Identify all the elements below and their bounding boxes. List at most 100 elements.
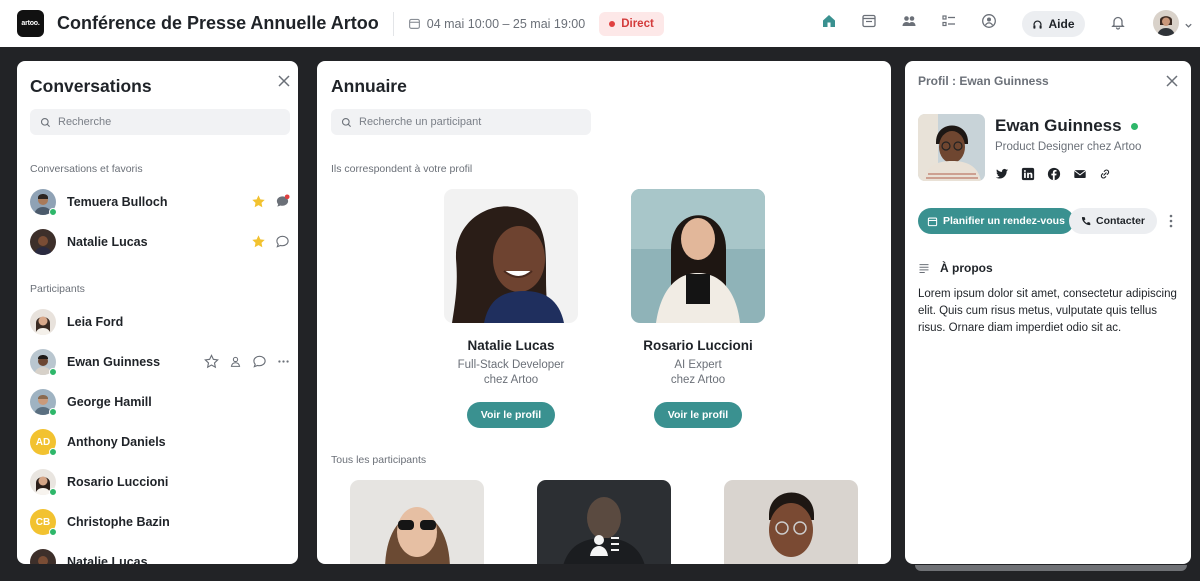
- favorites-label: Conversations et favoris: [30, 163, 143, 175]
- about-section-title: À propos: [918, 261, 993, 275]
- participant-name: Rosario Luccioni: [67, 475, 169, 489]
- chevron-down-icon[interactable]: [1184, 17, 1193, 35]
- mail-icon[interactable]: [1073, 167, 1087, 181]
- text-lines-icon: [919, 264, 929, 274]
- profile-panel-header: Profil : Ewan Guinness: [918, 74, 1049, 88]
- headset-icon: [1033, 20, 1043, 29]
- linkedin-icon[interactable]: [1021, 167, 1035, 181]
- agenda-icon[interactable]: [860, 12, 878, 30]
- calendar-small-icon: [408, 18, 420, 29]
- link-icon[interactable]: [1099, 168, 1111, 180]
- close-icon[interactable]: [277, 74, 291, 88]
- participant-name: George Hamill: [67, 395, 152, 409]
- participant-item[interactable]: Rosario Luccioni: [17, 465, 298, 499]
- bell-icon[interactable]: [1110, 14, 1126, 35]
- more-vertical-icon[interactable]: [1168, 213, 1174, 234]
- conversations-search[interactable]: [30, 109, 290, 135]
- event-dates-text: 04 mai 10:00 – 25 mai 19:00: [426, 16, 586, 31]
- contact-label: Contacter: [1096, 215, 1146, 227]
- top-bar: artoo. Conférence de Presse Annuelle Art…: [0, 0, 1200, 47]
- chat-icon[interactable]: [252, 354, 267, 369]
- schedule-meeting-label: Planifier un rendez-vous: [943, 215, 1065, 227]
- twitter-icon[interactable]: [995, 167, 1009, 181]
- list-icon[interactable]: [940, 12, 958, 30]
- participant-photo[interactable]: [724, 480, 858, 564]
- star-filled-icon[interactable]: [251, 234, 266, 249]
- participant-photo[interactable]: [350, 480, 484, 564]
- more-horizontal-icon[interactable]: [277, 355, 290, 368]
- social-links: [995, 167, 1111, 181]
- participant-actions: [204, 354, 290, 369]
- all-participants-label: Tous les participants: [331, 454, 427, 466]
- online-indicator: [49, 368, 57, 376]
- schedule-meeting-button[interactable]: Planifier un rendez-vous: [918, 208, 1074, 234]
- profile-name: Ewan Guinness: [995, 116, 1138, 136]
- participants-label: Participants: [30, 283, 85, 295]
- avatar: CB: [30, 509, 57, 536]
- matching-label: Ils correspondent à votre profil: [331, 163, 473, 175]
- directory-search[interactable]: [331, 109, 591, 135]
- star-filled-icon[interactable]: [251, 194, 266, 209]
- conversation-item[interactable]: Temuera Bulloch: [17, 185, 298, 219]
- conversation-actions: [251, 194, 290, 209]
- participant-photo[interactable]: [537, 480, 671, 564]
- view-profile-button[interactable]: Voir le profil: [466, 402, 556, 428]
- participant-name: Leia Ford: [67, 315, 124, 329]
- conversations-panel: Conversations Conversations et favoris T…: [17, 61, 298, 564]
- home-icon[interactable]: [820, 12, 838, 30]
- profile-role-line: Full-Stack Developer: [457, 359, 565, 371]
- participant-item[interactable]: Ewan Guinness: [17, 345, 298, 379]
- profile-card: Rosario Luccioni AI Expert chez Artoo Vo…: [631, 189, 765, 428]
- online-indicator: [49, 488, 57, 496]
- profile-card: Natalie Lucas Full-Stack Developer chez …: [444, 189, 578, 428]
- online-indicator: [49, 528, 57, 536]
- profile-role-line: AI Expert: [674, 359, 722, 371]
- conversation-item[interactable]: Natalie Lucas: [17, 225, 298, 259]
- profile-icon[interactable]: [980, 12, 998, 30]
- participant-item[interactable]: CB Christophe Bazin: [17, 505, 298, 539]
- profile-photo: [918, 114, 985, 181]
- profile-role: AI Expert chez Artoo: [631, 358, 765, 388]
- people-icon[interactable]: [900, 12, 918, 30]
- phone-icon: [1081, 216, 1091, 226]
- contact-button[interactable]: Contacter: [1069, 208, 1158, 234]
- participant-name: Ewan Guinness: [67, 355, 161, 369]
- user-avatar[interactable]: [1153, 10, 1179, 36]
- participant-name: Anthony Daniels: [67, 435, 166, 449]
- avatar: [30, 349, 57, 376]
- participant-item[interactable]: George Hamill: [17, 385, 298, 419]
- facebook-icon[interactable]: [1047, 167, 1061, 181]
- live-dot-icon: [609, 20, 616, 27]
- star-outline-icon[interactable]: [204, 354, 219, 369]
- user-profile-icon[interactable]: [229, 355, 242, 368]
- profile-name: Natalie Lucas: [467, 338, 555, 353]
- avatar: [30, 549, 56, 564]
- calendar-icon: [927, 217, 938, 226]
- live-badge: Direct: [599, 11, 664, 36]
- participant-item[interactable]: Natalie Lucas: [17, 545, 298, 564]
- chat-notification-icon[interactable]: [275, 194, 290, 209]
- profile-role: Full-Stack Developer chez Artoo: [444, 358, 578, 388]
- close-icon[interactable]: [1165, 74, 1179, 88]
- profile-photo[interactable]: [631, 189, 765, 323]
- directory-panel: Annuaire Ils correspondent à votre profi…: [317, 61, 891, 564]
- avatar: AD: [30, 429, 57, 456]
- artoo-logo[interactable]: artoo.: [17, 10, 44, 37]
- search-icon: [40, 117, 51, 127]
- conversations-search-input[interactable]: [58, 116, 258, 128]
- chat-icon[interactable]: [275, 234, 290, 249]
- profile-photo[interactable]: [444, 189, 578, 323]
- profile-role: Product Designer chez Artoo: [995, 141, 1142, 153]
- avatar: [30, 389, 57, 416]
- event-dates: 04 mai 10:00 – 25 mai 19:00: [408, 17, 585, 31]
- profile-panel: Profil : Ewan Guinness Ewan Guinness Pro…: [905, 61, 1191, 564]
- help-button[interactable]: Aide: [1022, 11, 1085, 37]
- about-text: Lorem ipsum dolor sit amet, consectetur …: [918, 288, 1177, 334]
- participant-item[interactable]: Leia Ford: [17, 305, 298, 339]
- search-icon: [341, 117, 352, 127]
- directory-search-input[interactable]: [359, 116, 559, 128]
- profile-name-text: Ewan Guinness: [995, 116, 1122, 135]
- participant-item[interactable]: AD Anthony Daniels: [17, 425, 298, 459]
- view-profile-button[interactable]: Voir le profil: [653, 402, 743, 428]
- conversations-title: Conversations: [30, 76, 152, 96]
